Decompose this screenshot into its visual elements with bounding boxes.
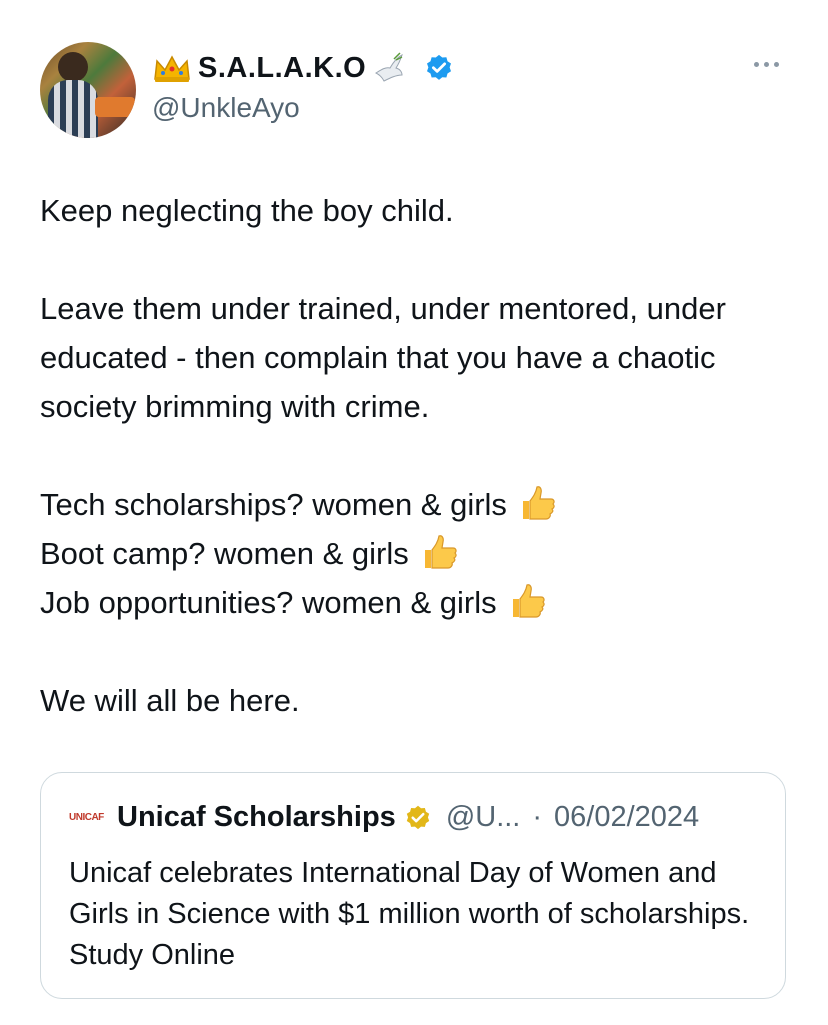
verified-gold-icon[interactable] [404, 804, 432, 832]
more-icon[interactable] [748, 54, 784, 74]
separator-dot: · [532, 801, 543, 833]
tweet-header: S.A.L.A.K.O @UnkleAyo [40, 40, 788, 140]
avatar[interactable] [40, 42, 136, 138]
quoted-tweet-header: UNICAF Unicaf Scholarships @U... · 06/02… [69, 801, 699, 834]
dove-icon [375, 52, 404, 82]
tweet-line: Job opportunities? women & girls [40, 585, 497, 620]
thumbs-up-icon [424, 535, 457, 569]
tweet-text: Keep neglecting the boy child. Leave the… [40, 186, 800, 725]
quoted-date[interactable]: 06/02/2024 [554, 801, 699, 834]
tweet-line-with-emoji: Job opportunities? women & girls [40, 578, 800, 627]
thumbs-up-icon [512, 584, 545, 618]
quoted-tweet-card[interactable]: UNICAF Unicaf Scholarships @U... · 06/02… [40, 772, 786, 999]
quoted-tweet-text: Unicaf celebrates International Day of W… [69, 857, 750, 971]
crown-icon [154, 55, 190, 82]
quoted-avatar-logo[interactable]: UNICAF [69, 812, 109, 823]
quoted-display-name[interactable]: Unicaf Scholarships [117, 801, 396, 834]
tweet-line: Leave them under trained, under mentored… [40, 291, 726, 424]
tweet-line-with-emoji: Boot camp? women & girls [40, 529, 800, 578]
tweet-line: We will all be here. [40, 683, 300, 718]
tweet-line-with-emoji: Tech scholarships? women & girls [40, 480, 800, 529]
tweet-line: Boot camp? women & girls [40, 536, 409, 571]
verified-icon[interactable] [424, 53, 454, 83]
tweet-line: Keep neglecting the boy child. [40, 193, 454, 228]
quoted-handle[interactable]: @U... [446, 801, 521, 834]
author-name-row: S.A.L.A.K.O [152, 50, 454, 86]
thumbs-up-icon [522, 486, 555, 520]
author-handle[interactable]: @UnkleAyo [152, 92, 300, 124]
tweet-line: Tech scholarships? women & girls [40, 487, 507, 522]
display-name[interactable]: S.A.L.A.K.O [198, 52, 366, 85]
